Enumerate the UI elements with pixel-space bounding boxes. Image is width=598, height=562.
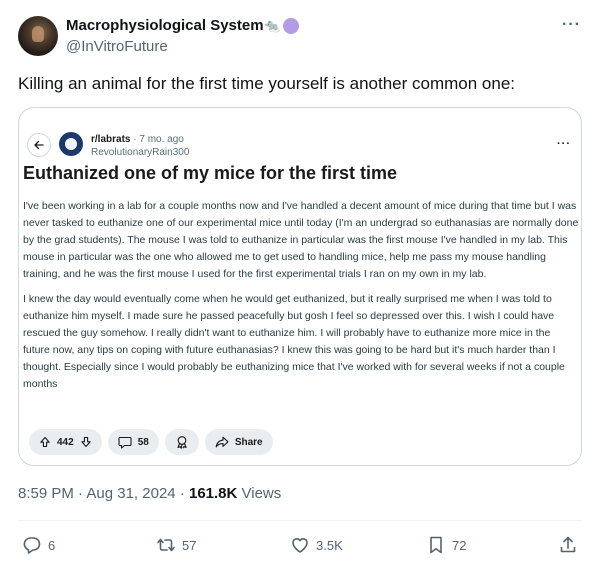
reply-button[interactable]: 6 xyxy=(22,535,55,555)
card-more-button[interactable]: ··· xyxy=(557,138,571,150)
author-badges: 🐀 xyxy=(264,17,300,35)
vote-pill: 442 xyxy=(29,429,102,455)
post-actions: 442 58 Share xyxy=(29,429,273,455)
meta-separator: · xyxy=(175,485,189,502)
divider xyxy=(18,520,582,521)
vote-count: 442 xyxy=(57,436,74,448)
post-username[interactable]: RevolutionaryRain300 xyxy=(91,147,189,158)
tweet-text: Killing an animal for the first time you… xyxy=(18,74,516,93)
subreddit-name[interactable]: r/labrats xyxy=(91,134,130,145)
tweet-time[interactable]: 8:59 PM xyxy=(18,485,74,502)
downvote-icon[interactable] xyxy=(80,436,92,448)
separator-dot: · xyxy=(133,134,137,145)
like-button[interactable]: 3.5K xyxy=(290,535,343,555)
reply-count: 6 xyxy=(48,537,56,553)
tweet-date[interactable]: Aug 31, 2024 xyxy=(86,485,175,502)
post-paragraph: I knew the day would eventually come whe… xyxy=(23,293,565,390)
author-avatar[interactable] xyxy=(18,16,58,56)
reddit-post-card[interactable]: r/labrats · 7 mo. ago RevolutionaryRain3… xyxy=(18,107,582,466)
post-age: 7 mo. ago xyxy=(139,134,184,145)
subreddit-icon[interactable] xyxy=(59,132,83,156)
bookmark-icon xyxy=(430,536,442,554)
comments-button[interactable]: 58 xyxy=(107,429,159,455)
rat-emoji-icon: 🐀 xyxy=(264,18,281,33)
bookmark-button[interactable]: 72 xyxy=(426,535,466,555)
share-upload-icon xyxy=(560,536,576,553)
share-arrow-icon xyxy=(215,436,229,448)
comment-bubble-icon xyxy=(118,436,132,449)
views-count: 161.8K xyxy=(188,485,238,502)
like-count: 3.5K xyxy=(316,537,343,553)
share-tweet-button[interactable] xyxy=(558,535,578,555)
subreddit-icon-emblem xyxy=(65,138,77,150)
back-button[interactable] xyxy=(27,133,51,157)
purple-circle-icon xyxy=(283,18,300,34)
author-handle[interactable]: @InVitroFuture xyxy=(66,38,168,55)
share-button[interactable]: Share xyxy=(204,429,273,455)
views-label: Views xyxy=(237,485,282,502)
award-button[interactable] xyxy=(164,429,199,455)
subreddit-line: r/labrats · 7 mo. ago xyxy=(91,134,184,145)
post-paragraph: I've been working in a lab for a couple … xyxy=(23,200,579,280)
bookmark-count: 72 xyxy=(452,537,467,553)
arrow-left-icon xyxy=(34,140,44,150)
share-label: Share xyxy=(234,436,263,448)
comment-count: 58 xyxy=(137,436,149,448)
more-options-button[interactable]: ··· xyxy=(562,16,581,34)
upvote-icon[interactable] xyxy=(39,436,51,448)
repost-icon xyxy=(157,538,175,552)
post-body: I've been working in a lab for a couple … xyxy=(23,198,579,401)
repost-count: 57 xyxy=(182,537,197,553)
post-title: Euthanized one of my mice for the first … xyxy=(23,163,398,183)
author-display-name[interactable]: Macrophysiological System xyxy=(66,17,264,34)
meta-separator: · xyxy=(73,485,87,502)
tweet-meta: 8:59 PM · Aug 31, 2024 · 161.8K Views xyxy=(18,485,281,502)
heart-icon xyxy=(292,538,308,553)
award-icon xyxy=(177,436,187,449)
reply-bubble-icon xyxy=(23,537,41,554)
repost-button[interactable]: 57 xyxy=(156,535,196,555)
